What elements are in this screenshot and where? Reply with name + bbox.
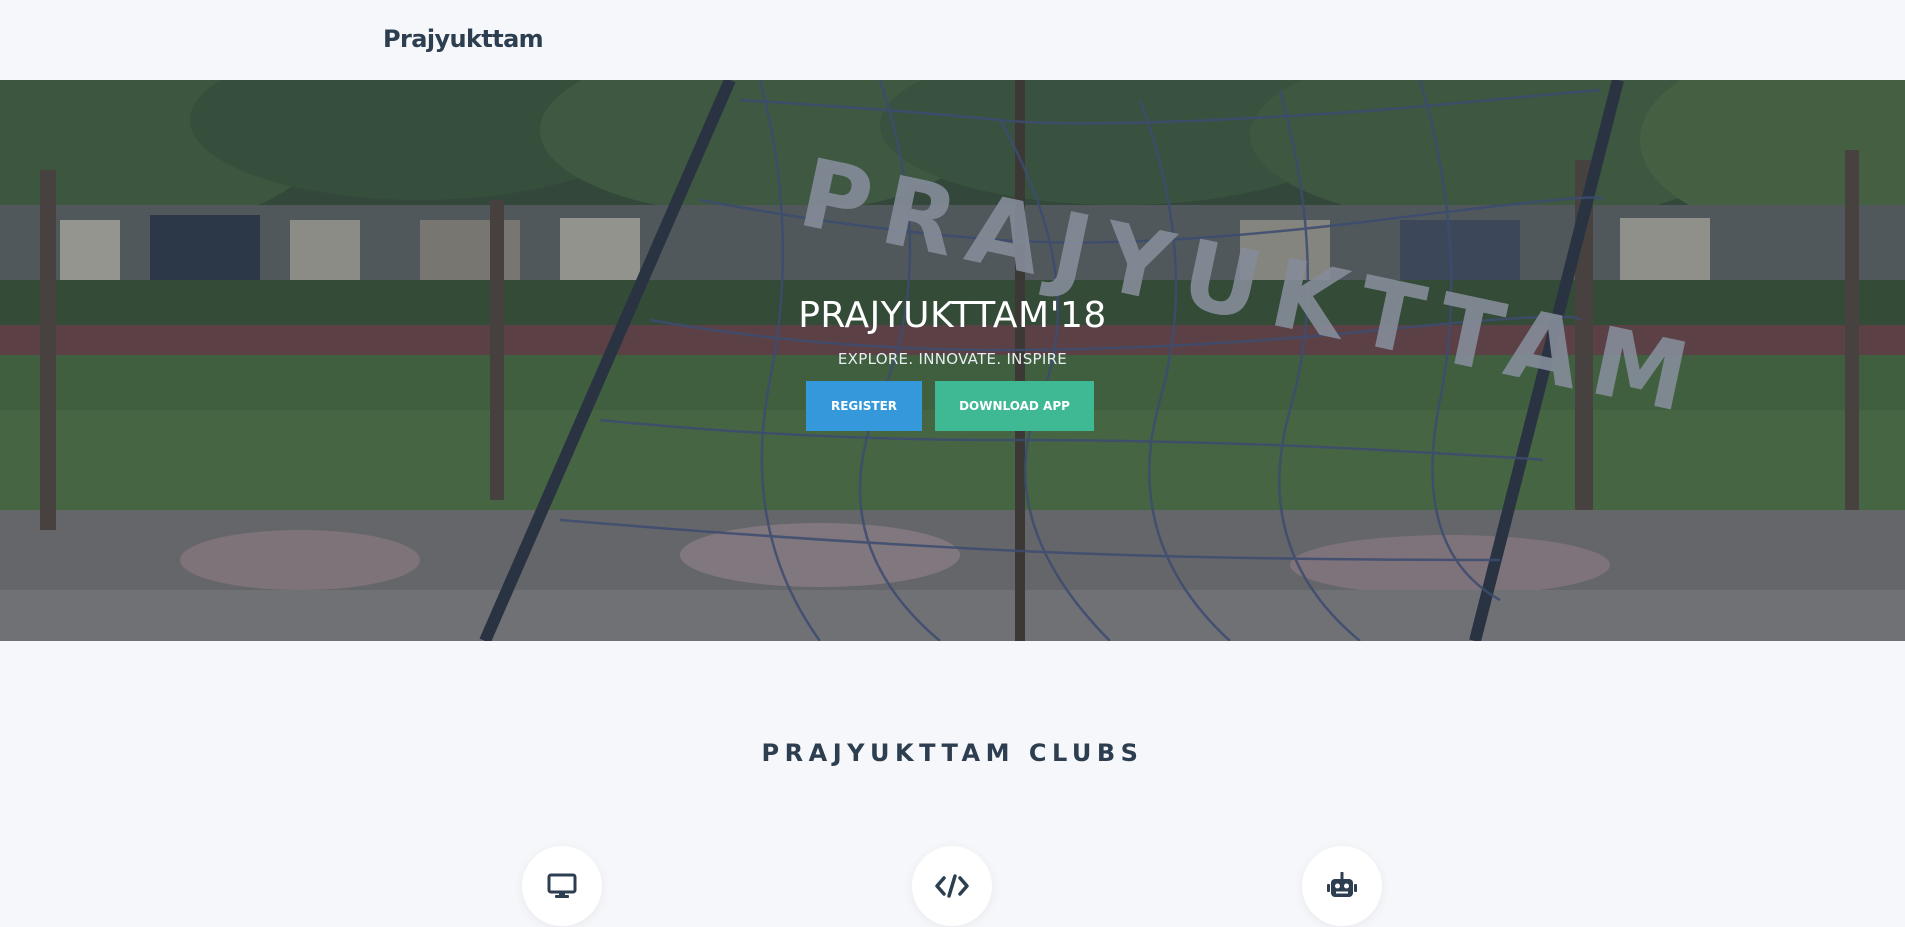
club-card-robot[interactable]: [1302, 846, 1382, 926]
hero-title: PRAJYUKTTAM'18: [798, 295, 1107, 336]
hero-subtitle: EXPLORE. INNOVATE. INSPIRE: [837, 350, 1068, 368]
download-app-button[interactable]: DOWNLOAD APP: [935, 381, 1094, 431]
clubs-section-title: PRAJYUKTTAM CLUBS: [761, 739, 1144, 767]
club-card-code[interactable]: [912, 846, 992, 926]
code-icon: [935, 874, 969, 898]
desktop-icon: [547, 873, 577, 898]
club-card-desktop[interactable]: [522, 846, 602, 926]
robot-icon: [1327, 872, 1357, 897]
brand-logo-link[interactable]: Prajyukttam: [383, 25, 544, 53]
hero-section: PRAJYUKTTAM PRAJYUKTTAM'18 EXPLORE. INNO…: [0, 80, 1905, 641]
register-button[interactable]: REGISTER: [806, 381, 922, 431]
navbar: Prajyukttam: [0, 0, 1905, 80]
